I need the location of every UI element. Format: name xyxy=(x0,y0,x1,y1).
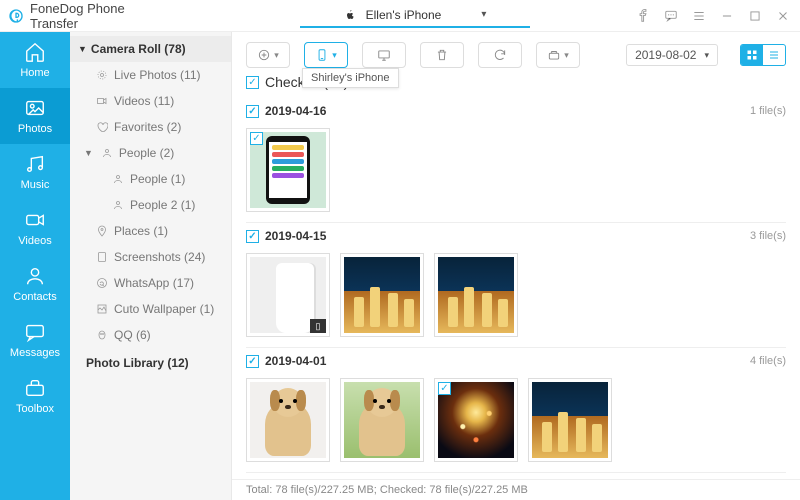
tree-photo-library[interactable]: Photo Library (12) xyxy=(70,348,231,378)
delete-button[interactable] xyxy=(420,42,464,68)
checkbox-icon[interactable]: ✓ xyxy=(250,132,263,145)
toolbox-icon xyxy=(24,377,46,399)
tree-item[interactable]: WhatsApp (17) xyxy=(70,270,231,296)
tree-camera-roll[interactable]: ▼ Camera Roll (78) xyxy=(70,36,231,62)
view-switch[interactable] xyxy=(740,44,786,66)
checkbox-icon[interactable]: ✓ xyxy=(246,355,259,368)
nav-music-label: Music xyxy=(21,179,50,191)
chevron-down-icon: ▾ xyxy=(704,50,709,61)
toolbar: ▾ ▾ ▾ 2019-08-02 ▾ Shirley's iPhone xyxy=(232,32,800,74)
thumb-row: ✓ xyxy=(246,122,786,222)
nav-contacts-label: Contacts xyxy=(13,291,56,303)
tree-item[interactable]: Cuto Wallpaper (1) xyxy=(70,296,231,322)
export-to-device-button[interactable]: ▾ xyxy=(304,42,348,68)
titlebar: FoneDog Phone Transfer Ellen's iPhone ▾ xyxy=(0,0,800,32)
tree-item[interactable]: Live Photos (11) xyxy=(70,62,231,88)
photo-thumb[interactable]: ✓ xyxy=(246,378,330,462)
nav-contacts[interactable]: Contacts xyxy=(0,256,70,312)
status-footer: Total: 78 file(s)/227.25 MB; Checked: 78… xyxy=(232,479,800,500)
photo-thumb[interactable]: ✓ xyxy=(340,253,424,337)
more-button[interactable]: ▾ xyxy=(536,42,580,68)
list-view-icon[interactable] xyxy=(763,45,785,65)
nav-videos-label: Videos xyxy=(18,235,51,247)
date-group-header[interactable]: ✓2019-04-014 file(s) xyxy=(246,347,786,372)
nav-home[interactable]: Home xyxy=(0,32,70,88)
menu-icon[interactable] xyxy=(692,9,706,23)
tree-item[interactable]: Places (1) xyxy=(70,218,231,244)
tree-item[interactable]: ▼People (2) xyxy=(70,140,231,166)
tree-item[interactable]: QQ (6) xyxy=(70,322,231,348)
thumb-row: ✓✓✓✓ xyxy=(246,372,786,472)
checkbox-icon[interactable]: ✓ xyxy=(246,105,259,118)
nav-home-label: Home xyxy=(20,67,49,79)
export-to-pc-button[interactable] xyxy=(362,42,406,68)
chevron-down-icon: ▼ xyxy=(78,44,87,54)
messages-icon xyxy=(24,321,46,343)
photo-thumb[interactable]: ✓ xyxy=(528,378,612,462)
photo-thumb[interactable]: ✓ xyxy=(340,378,424,462)
apple-icon xyxy=(344,9,356,21)
export-tooltip: Shirley's iPhone xyxy=(302,68,399,88)
nav-videos[interactable]: Videos xyxy=(0,200,70,256)
grid-view-icon[interactable] xyxy=(741,45,763,65)
thumb-row: ✓▯✓✓ xyxy=(246,247,786,347)
content: ▾ ▾ ▾ 2019-08-02 ▾ Shirley's iPhone ✓ Ch… xyxy=(232,32,800,500)
home-icon xyxy=(24,41,46,63)
brand-text: FoneDog Phone Transfer xyxy=(30,1,160,31)
device-selector[interactable]: Ellen's iPhone ▾ xyxy=(300,4,530,28)
facebook-icon[interactable] xyxy=(636,9,650,23)
contacts-icon xyxy=(24,265,46,287)
nav-photos-label: Photos xyxy=(18,123,52,135)
photo-thumb[interactable]: ✓ xyxy=(434,378,518,462)
nav-toolbox-label: Toolbox xyxy=(16,403,54,415)
nav-toolbox[interactable]: Toolbox xyxy=(0,368,70,424)
nav-messages-label: Messages xyxy=(10,347,60,359)
video-badge-icon: ▯ xyxy=(310,319,326,333)
minimize-icon[interactable] xyxy=(720,9,734,23)
tree-item[interactable]: People (1) xyxy=(70,166,231,192)
date-filter[interactable]: 2019-08-02 ▾ xyxy=(626,44,718,66)
music-icon xyxy=(24,153,46,175)
chevron-down-icon: ▾ xyxy=(481,9,486,20)
nav: Home Photos Music Videos Contacts Messag… xyxy=(0,32,70,500)
date-filter-value: 2019-08-02 xyxy=(635,48,696,62)
brand: FoneDog Phone Transfer xyxy=(0,1,160,31)
sidebar: ▼ Camera Roll (78) Live Photos (11)Video… xyxy=(70,32,232,500)
refresh-button[interactable] xyxy=(478,42,522,68)
brand-logo-icon xyxy=(8,7,24,25)
nav-music[interactable]: Music xyxy=(0,144,70,200)
photo-list: ✓2019-04-161 file(s)✓✓2019-04-153 file(s… xyxy=(232,98,800,479)
nav-photos[interactable]: Photos xyxy=(0,88,70,144)
tree-item[interactable]: People 2 (1) xyxy=(70,192,231,218)
date-group-header[interactable]: ✓2019-04-161 file(s) xyxy=(246,98,786,122)
tree-item[interactable]: Videos (11) xyxy=(70,88,231,114)
date-group-header[interactable]: ✓2019-04-153 file(s) xyxy=(246,222,786,247)
photo-thumb[interactable]: ✓ xyxy=(434,253,518,337)
checkbox-icon[interactable]: ✓ xyxy=(246,76,259,89)
date-group-header[interactable]: ✓2019-03-295 file(s) xyxy=(246,472,786,479)
maximize-icon[interactable] xyxy=(748,9,762,23)
photo-thumb[interactable]: ✓▯ xyxy=(246,253,330,337)
feedback-icon[interactable] xyxy=(664,9,678,23)
nav-messages[interactable]: Messages xyxy=(0,312,70,368)
tree-item[interactable]: Favorites (2) xyxy=(70,114,231,140)
add-button[interactable]: ▾ xyxy=(246,42,290,68)
tree-item[interactable]: Screenshots (24) xyxy=(70,244,231,270)
checkbox-icon[interactable]: ✓ xyxy=(246,230,259,243)
photos-icon xyxy=(24,97,46,119)
photo-thumb[interactable]: ✓ xyxy=(246,128,330,212)
device-name: Ellen's iPhone xyxy=(366,8,442,22)
videos-icon xyxy=(24,209,46,231)
close-icon[interactable] xyxy=(776,9,790,23)
tree-camera-roll-label: Camera Roll (78) xyxy=(91,42,186,56)
